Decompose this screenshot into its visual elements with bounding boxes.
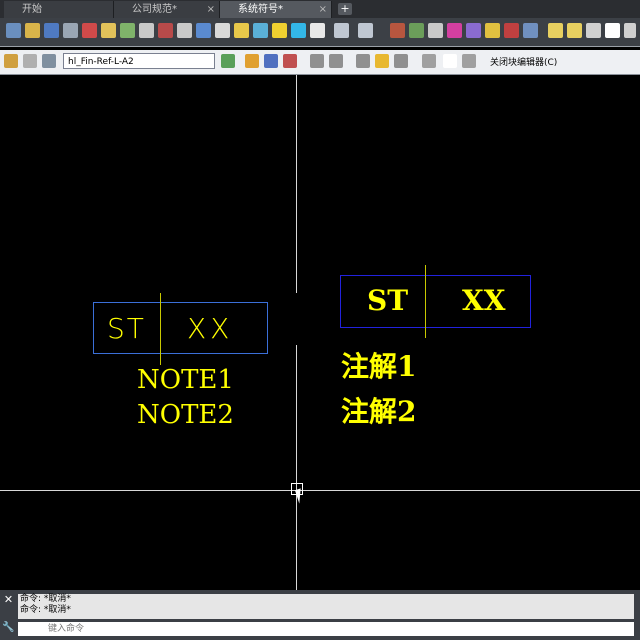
command-history-line: 命令: *取消* [20, 594, 71, 604]
fx-icon[interactable] [443, 54, 457, 68]
pan-icon[interactable] [390, 23, 405, 38]
right-block-note1: 注解1 [341, 350, 417, 383]
zoom-icon[interactable] [409, 23, 424, 38]
right-block-note2: 注解2 [341, 395, 417, 428]
command-history-line: 命令: *取消* [20, 605, 71, 615]
save-icon[interactable] [44, 23, 59, 38]
wrench-icon[interactable]: 🔧 [2, 622, 15, 634]
match-icon[interactable] [120, 23, 135, 38]
insert-icon[interactable] [158, 23, 173, 38]
layer-state-icon[interactable] [624, 23, 636, 38]
action-icon[interactable] [264, 54, 278, 68]
right-block-xx-text: XX [462, 284, 506, 317]
color-swatch-icon[interactable] [605, 23, 620, 38]
close-icon[interactable]: ✕ [2, 594, 15, 606]
define-attribute-icon[interactable] [422, 54, 436, 68]
auto-constrain-icon[interactable] [375, 54, 389, 68]
close-icon[interactable]: × [207, 1, 215, 18]
save-as-block-icon[interactable] [42, 54, 56, 68]
sheet-set-icon[interactable] [523, 23, 538, 38]
right-block-divider [425, 265, 426, 338]
xref-icon[interactable] [177, 23, 192, 38]
left-block-divider [160, 293, 161, 365]
close-block-editor-button[interactable]: 关闭块编辑器(C) [490, 55, 557, 68]
open-icon[interactable] [25, 23, 40, 38]
tab-company-standard[interactable]: 公司规范* × [114, 1, 220, 18]
redo-icon[interactable] [358, 23, 373, 38]
constraint-icon[interactable] [356, 54, 370, 68]
block-name-field[interactable]: hl_Fin-Ref-L-A2 [63, 53, 215, 69]
right-block-st-text: ST [367, 284, 409, 317]
close-icon[interactable]: × [319, 1, 327, 18]
visibility-icon[interactable] [310, 54, 324, 68]
sheet-icon[interactable] [215, 23, 230, 38]
parameter-icon[interactable] [245, 54, 259, 68]
block-icon[interactable] [139, 23, 154, 38]
left-block-xx-text: XX [187, 312, 234, 345]
calc-icon[interactable] [504, 23, 519, 38]
tab-label: 系统符号* [238, 4, 283, 15]
orbit-icon[interactable] [447, 23, 462, 38]
light-icon[interactable] [548, 23, 563, 38]
block-editor-toolbar: hl_Fin-Ref-L-A2 关闭块编辑器(C) [0, 50, 640, 75]
tab-label: 公司规范* [132, 4, 177, 15]
test-block-icon[interactable] [221, 54, 235, 68]
main-toolbar [0, 18, 640, 47]
block-table-icon[interactable] [329, 54, 343, 68]
command-line-panel: ✕ 🔧 命令: *取消* 命令: *取消* 键入命令 [0, 590, 640, 640]
save-block-icon[interactable] [23, 54, 37, 68]
image-icon[interactable] [196, 23, 211, 38]
tab-system-symbols[interactable]: 系统符号* × [220, 1, 332, 18]
crosshair-vertical-bottom [296, 345, 297, 590]
design-center-icon[interactable] [234, 23, 249, 38]
tab-label: 开始 [22, 4, 42, 15]
layer-freeze-icon[interactable] [586, 23, 601, 38]
tool-palette-icon[interactable] [253, 23, 268, 38]
tab-start[interactable]: 开始 [4, 1, 114, 18]
manager-icon[interactable] [462, 54, 476, 68]
left-block-note1: NOTE1 [137, 365, 234, 395]
parameter-set-icon[interactable] [283, 54, 297, 68]
crosshair-vertical-top [296, 75, 297, 293]
left-block-st-text: ST [107, 312, 146, 345]
command-history: 命令: *取消* 命令: *取消* [18, 594, 634, 619]
zoom-window-icon[interactable] [428, 23, 443, 38]
undo-icon[interactable] [334, 23, 349, 38]
text-icon[interactable] [272, 23, 287, 38]
document-tab-bar: 开始 公司规范* × 系统符号* × + [0, 0, 640, 18]
left-block-note2: NOTE2 [137, 400, 234, 430]
measure-icon[interactable] [485, 23, 500, 38]
print-icon[interactable] [63, 23, 78, 38]
attribute-icon[interactable] [394, 54, 408, 68]
new-icon[interactable] [6, 23, 21, 38]
layer-icon[interactable] [82, 23, 97, 38]
drawing-canvas[interactable]: ST XX NOTE1 NOTE2 ST XX 注解1 注解2 [0, 75, 640, 590]
edit-block-icon[interactable] [4, 54, 18, 68]
properties-icon[interactable] [101, 23, 116, 38]
new-tab-button[interactable]: + [338, 3, 352, 15]
render-icon[interactable] [466, 23, 481, 38]
table-icon[interactable] [310, 23, 325, 38]
hatch-icon[interactable] [291, 23, 306, 38]
crosshair-horizontal [0, 490, 640, 491]
command-input[interactable]: 键入命令 [18, 622, 634, 636]
sun-icon[interactable] [567, 23, 582, 38]
